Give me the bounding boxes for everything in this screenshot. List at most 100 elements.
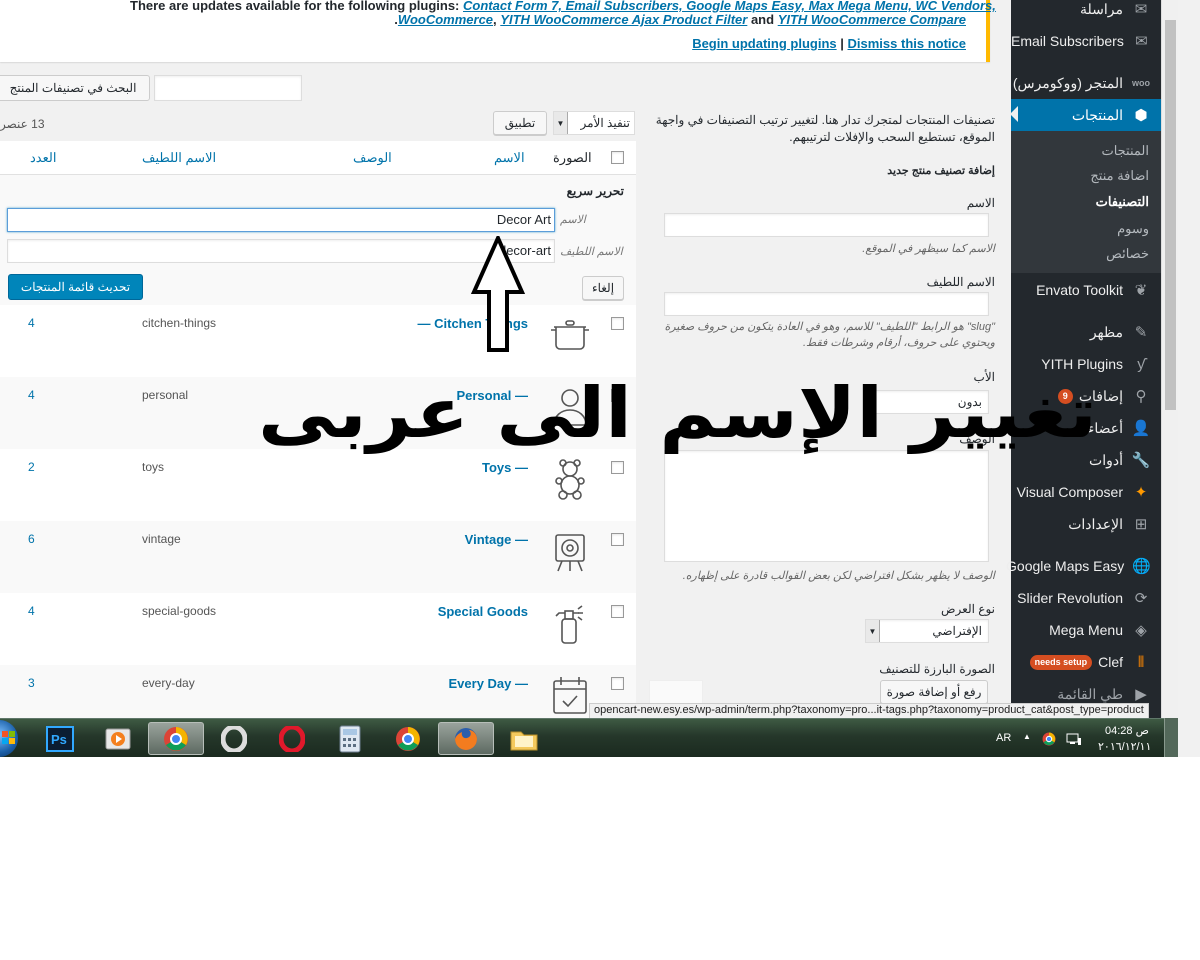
row-slug: personal [142,388,189,402]
notice-actions: Begin updating plugins | Dismiss this no… [692,36,966,51]
quick-edit-cancel-button[interactable]: إلغاء [582,276,624,300]
row-name-link[interactable]: Vintage — [465,532,528,547]
language-indicator[interactable]: AR [996,732,1011,744]
submenu-tags[interactable]: وسوم [1117,221,1149,237]
plugin-link-compare[interactable]: YITH WooCommerce Compare [778,12,966,27]
opera-red-icon [279,725,305,752]
taskbar-explorer[interactable] [496,722,552,755]
column-count[interactable]: العدد [30,150,56,166]
taskbar-chrome-active[interactable] [148,722,204,755]
select-all-checkbox[interactable] [611,151,624,164]
menu-mega-menu[interactable]: ◈ Mega Menu [1011,615,1161,645]
item-count: 13 عنصر [0,117,45,131]
clock-date[interactable]: ٢٠١٦/١٢/١١ [1098,740,1151,753]
up-arrow-annotation [470,236,526,352]
row-name-link[interactable]: Special Goods [438,604,528,619]
submenu-products[interactable]: المنتجات [1101,143,1149,159]
dismiss-notice-link[interactable]: Dismiss this notice [848,36,966,51]
menu-google-maps-easy[interactable]: 🌐 Google Maps Easy [1006,551,1161,581]
row-count-link[interactable]: 4 [28,316,35,330]
taskbar-photoshop[interactable]: Ps [32,722,88,755]
clock-time[interactable]: ص 04:28 [1105,724,1149,737]
search-categories-button[interactable]: البحث في تصنيفات المنتج [0,75,150,101]
chrome-tray-icon[interactable] [1042,732,1056,746]
row-slug: vintage [142,532,181,546]
menu-envato-toolkit[interactable]: ❦ Envato Toolkit [1011,275,1161,305]
table-row: — Citchen Things citchen-things 4 [0,305,636,377]
taskbar-media-player[interactable] [90,722,146,755]
column-image: الصورة [553,150,592,165]
row-count-link[interactable]: 3 [28,676,35,690]
taskbar-opera[interactable] [206,722,262,755]
folder-icon [510,731,538,750]
clef-bars-icon: ⦀ [1137,653,1145,671]
update-category-button[interactable]: تحديث قائمة المنتجات [8,274,143,300]
plugin-icon: ⚲ [1135,388,1147,405]
display-type-select[interactable]: الإفتراضي ▼ [865,619,989,643]
menu-woocommerce[interactable]: woo المتجر (ووكومرس) [1011,68,1161,98]
menu-messages[interactable]: ✉ مراسلة [1011,0,1161,24]
row-count-link[interactable]: 4 [28,604,35,618]
new-category-description-textarea[interactable] [664,450,989,562]
table-row: Vintage — vintage 6 [0,521,636,593]
show-desktop-button[interactable] [1164,718,1178,757]
table-header: الصورة الاسم الوصف الاسم اللطيف العدد [0,141,636,175]
submenu-attributes[interactable]: خصائص [1106,246,1149,262]
column-description[interactable]: الوصف [353,150,392,166]
pot-icon [551,320,589,350]
taskbar-chrome[interactable] [380,722,436,755]
yith-icon: ƴ [1137,355,1145,373]
row-count-link[interactable]: 6 [28,532,35,546]
tray-expand-icon[interactable]: ▲ [1023,732,1031,741]
plugin-link-ajax-filter[interactable]: YITH WooCommerce Ajax Product Filter [500,12,747,27]
scrollbar-thumb[interactable] [1165,20,1176,410]
row-count-link[interactable]: 4 [28,388,35,402]
taskbar-calculator[interactable] [322,722,378,755]
quick-edit-slug-label: الاسم اللطيف [560,246,623,258]
column-slug[interactable]: الاسم اللطيف [142,150,216,166]
chrome-icon [396,726,420,751]
row-checkbox[interactable] [611,533,624,546]
upload-image-button[interactable]: رفع أو إضافة صورة [880,680,988,704]
menu-appearance[interactable]: ✎ مظهر [1011,317,1161,347]
name-label: الاسم [966,196,995,210]
row-name-link[interactable]: Toys — [482,460,528,475]
begin-updating-link[interactable]: Begin updating plugins [692,36,836,51]
row-name-link[interactable]: Every Day — [449,676,529,691]
taskbar-firefox-active[interactable] [438,722,494,755]
category-search-input[interactable] [154,75,302,101]
firefox-icon [455,727,477,750]
submenu-categories[interactable]: التصنيفات [1096,194,1149,210]
menu-slider-revolution[interactable]: ⟳ Slider Revolution [1011,583,1161,613]
submenu-add-product[interactable]: اضافة منتج [1090,168,1149,184]
row-checkbox[interactable] [611,677,624,690]
apply-button[interactable]: تطبيق [493,111,547,135]
taskbar-opera-red[interactable] [264,722,320,755]
page-scrollbar[interactable] [1161,0,1178,718]
refresh-icon: ⟳ [1134,590,1148,607]
thumbnail-label: الصورة البارزة للتصنيف [879,662,995,676]
menu-email-subscribers[interactable]: ✉ Email Subscribers [1011,26,1161,56]
row-checkbox[interactable] [611,317,624,330]
spray-bottle-icon [555,605,583,644]
network-icon[interactable] [1066,732,1082,746]
column-name[interactable]: الاسم [494,150,525,166]
update-notice: There are updates available for the foll… [0,0,996,62]
menu-clef[interactable]: ⦀ Clef needs setup [1011,647,1161,677]
row-checkbox[interactable] [611,605,624,618]
row-count-link[interactable]: 2 [28,460,35,474]
menu-settings[interactable]: ⊞ الإعدادات [1011,509,1161,539]
menu-visual-composer[interactable]: ✦ Visual Composer [1011,477,1161,507]
start-button[interactable] [0,720,18,757]
bulk-action-select[interactable]: ▼ تنفيذ الأمر [553,111,635,135]
layers-icon: ◈ [1135,622,1147,639]
plugin-link-woocommerce[interactable]: WooCommerce [398,12,493,27]
wrench-icon: 🔧 [1131,452,1151,469]
new-category-slug-input[interactable] [664,292,989,316]
new-category-name-input[interactable] [664,213,989,237]
menu-products[interactable]: ⬢ المنتجات [1010,99,1161,131]
row-checkbox[interactable] [611,461,624,474]
quick-edit-name-input[interactable]: Decor Art [7,208,555,232]
products-submenu: المنتجات اضافة منتج التصنيفات وسوم خصائص [1011,131,1161,273]
slug-description: "slug" هو الرابط "اللطيف" للاسم، وهو في … [664,321,995,349]
